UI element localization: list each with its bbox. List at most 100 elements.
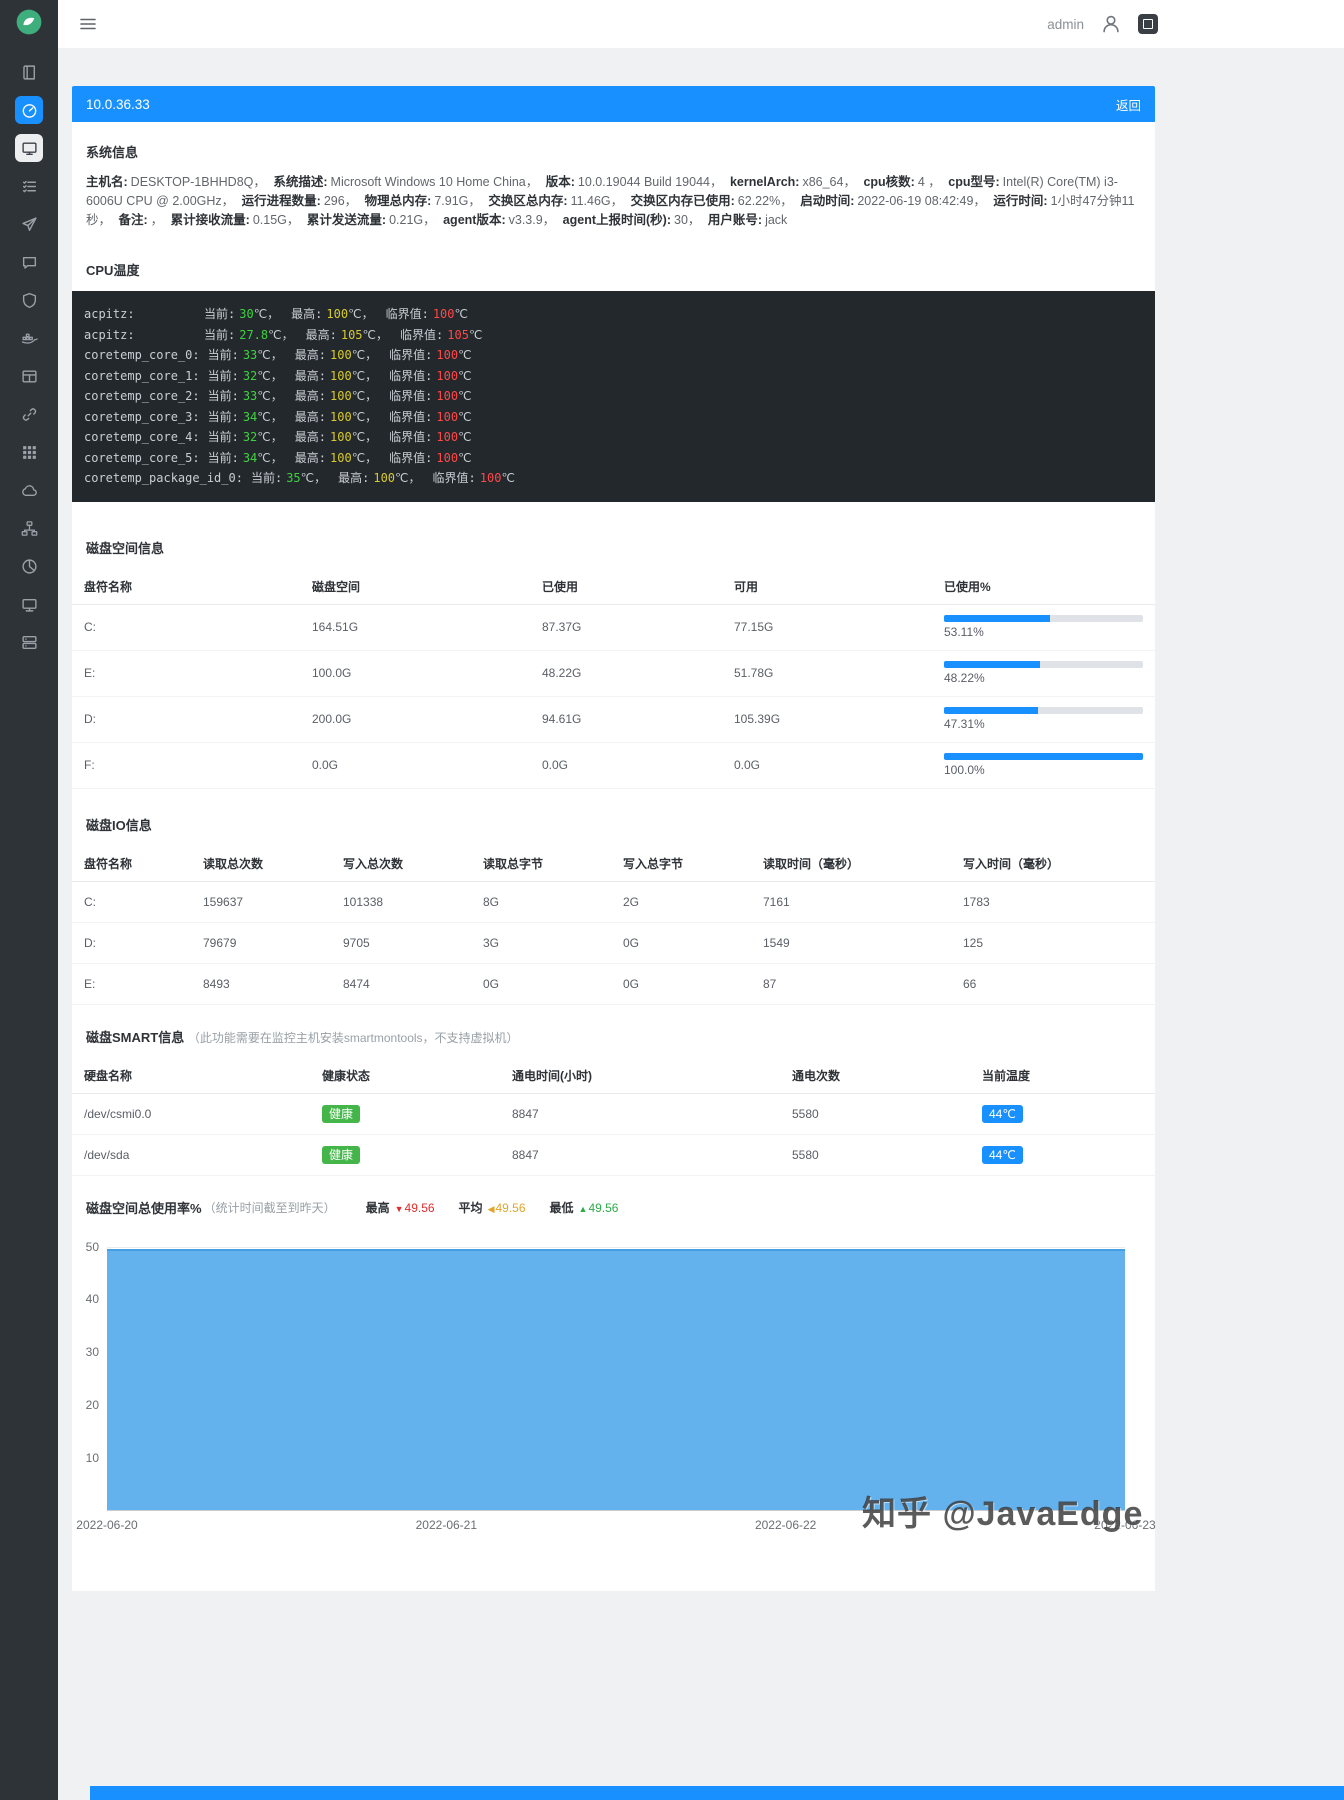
sidebar-item-deploy[interactable]	[15, 210, 43, 238]
cpu-temp-line: acpitz: 当前: 30℃， 最高: 100℃， 临界值: 100℃	[84, 304, 1143, 325]
current-label: 当前:	[207, 368, 239, 383]
disk-io-row: D: 79679 9705 3G 0G 1549 125	[72, 923, 1155, 964]
critical-value: 100	[436, 409, 459, 424]
sensor-name: coretemp_package_id_0:	[84, 471, 243, 485]
stat-marker-icon: ◀	[487, 1203, 495, 1214]
drive-name: C:	[84, 894, 96, 909]
write-bytes: 0G	[623, 976, 640, 991]
read-bytes: 8G	[483, 894, 500, 909]
user-icon[interactable]	[1101, 14, 1121, 34]
shield-icon	[21, 292, 38, 309]
cpu-temp-line: coretemp_core_5: 当前: 34℃， 最高: 100℃， 临界值: 100℃	[84, 448, 1143, 469]
hamburger-icon	[79, 18, 97, 37]
max-value: 100	[330, 389, 352, 403]
sidebar-item-dashboard[interactable]	[15, 96, 43, 124]
cpu-temp-line: coretemp_core_4: 当前: 32℃， 最高: 100℃， 临界值: 100℃	[84, 427, 1143, 448]
sidebar-item-links[interactable]	[15, 400, 43, 428]
read-time: 87	[763, 976, 777, 991]
monitor-icon	[21, 140, 38, 157]
plot-area	[107, 1246, 1125, 1511]
critical-label: 临界值:	[389, 430, 433, 444]
fullscreen-icon[interactable]	[1138, 14, 1158, 34]
host-header: 10.0.36.33 返回	[72, 86, 1155, 122]
x-tick: 2022-06-20	[76, 1517, 138, 1532]
sidebar-item-hosts[interactable]	[15, 134, 43, 162]
temp-cell: 44℃	[982, 1145, 1143, 1164]
current-value: 30	[239, 307, 254, 321]
max-value: 100	[330, 368, 352, 383]
sidebar	[0, 0, 58, 1800]
critical-label: 临界值:	[389, 368, 433, 383]
max-label: 最高:	[294, 368, 326, 383]
critical-label: 临界值:	[389, 409, 433, 424]
column-header: 写入时间（毫秒）	[963, 856, 1060, 871]
usage-bar	[944, 753, 1143, 760]
health-badge: 健康	[322, 1104, 361, 1123]
max-value: 100	[373, 471, 396, 485]
current-value: 27.8	[239, 327, 269, 342]
temperature-badge: 44℃	[982, 1104, 1023, 1123]
field-value: 62.22%，	[737, 194, 793, 208]
health-cell: 健康	[322, 1145, 512, 1164]
sidebar-items	[15, 58, 43, 656]
field-value: 2022-06-19 08:42:49，	[857, 194, 986, 208]
critical-value: 100	[436, 348, 459, 362]
bottom-strip	[90, 1786, 1344, 1800]
back-link[interactable]: 返回	[1116, 95, 1141, 114]
max-label: 最高:	[305, 327, 337, 342]
write-bytes: 0G	[623, 935, 640, 950]
usage-bar	[944, 615, 1143, 622]
usage-percent: 53.11%	[944, 625, 984, 639]
current-label: 当前:	[250, 471, 283, 485]
disk-used: 0.0G	[542, 758, 569, 772]
column-header: 已使用	[542, 579, 579, 594]
field-value: 4 ，	[917, 175, 941, 189]
sidebar-item-messages[interactable]	[15, 248, 43, 276]
column-header: 盘符名称	[84, 856, 133, 871]
menu-toggle[interactable]	[79, 15, 97, 38]
sidebar-item-screen[interactable]	[15, 590, 43, 618]
topbar: admin	[58, 0, 1344, 48]
sidebar-item-docker[interactable]	[15, 324, 43, 352]
unit: ℃，	[268, 327, 294, 342]
current-value: 34	[242, 450, 258, 465]
y-tick: 50	[85, 1239, 99, 1254]
usage-cell: 48.22%	[944, 661, 1143, 685]
apps-grid-icon	[21, 444, 38, 461]
disk-space-row: F: 0.0G 0.0G 0.0G 100.0%	[72, 743, 1155, 789]
sidebar-item-apps[interactable]	[15, 438, 43, 466]
field-value: 296，	[323, 194, 358, 208]
read-count: 79679	[203, 935, 237, 950]
current-value: 34	[242, 409, 258, 424]
cpu-temp-line: coretemp_core_2: 当前: 33℃， 最高: 100℃， 临界值: 100℃	[84, 386, 1143, 407]
critical-value: 100	[432, 307, 455, 321]
sidebar-item-tables[interactable]	[15, 362, 43, 390]
unit: ℃，	[257, 409, 283, 424]
checklist-icon	[21, 178, 38, 195]
max-label: 最高:	[294, 430, 326, 444]
sidebar-item-charts[interactable]	[15, 552, 43, 580]
write-count: 8474	[343, 976, 370, 991]
username[interactable]: admin	[1047, 17, 1084, 32]
current-value: 33	[242, 348, 258, 362]
current-value: 32	[242, 430, 258, 444]
field-value: 10.0.19044 Build 19044，	[577, 175, 723, 189]
chart-stat: 最高 ▼49.56	[366, 1199, 435, 1216]
field-label: 运行时间:	[993, 194, 1048, 208]
disk-free: 77.15G	[734, 620, 774, 634]
write-time: 125	[963, 935, 984, 950]
unit: ℃，	[351, 389, 378, 403]
app-logo[interactable]	[11, 6, 47, 42]
current-value: 33	[242, 389, 258, 403]
stat-value: ◀49.56	[487, 1200, 526, 1215]
sidebar-item-servers[interactable]	[15, 628, 43, 656]
sidebar-item-topology[interactable]	[15, 514, 43, 542]
read-time: 7161	[763, 894, 790, 909]
sidebar-item-cloud[interactable]	[15, 476, 43, 504]
sidebar-item-tasks[interactable]	[15, 172, 43, 200]
sidebar-item-security[interactable]	[15, 286, 43, 314]
usage-bar-fill	[944, 707, 1039, 714]
sidebar-item-logs[interactable]	[15, 58, 43, 86]
sensor-name: coretemp_core_5:	[84, 450, 200, 465]
max-value: 100	[330, 450, 352, 465]
